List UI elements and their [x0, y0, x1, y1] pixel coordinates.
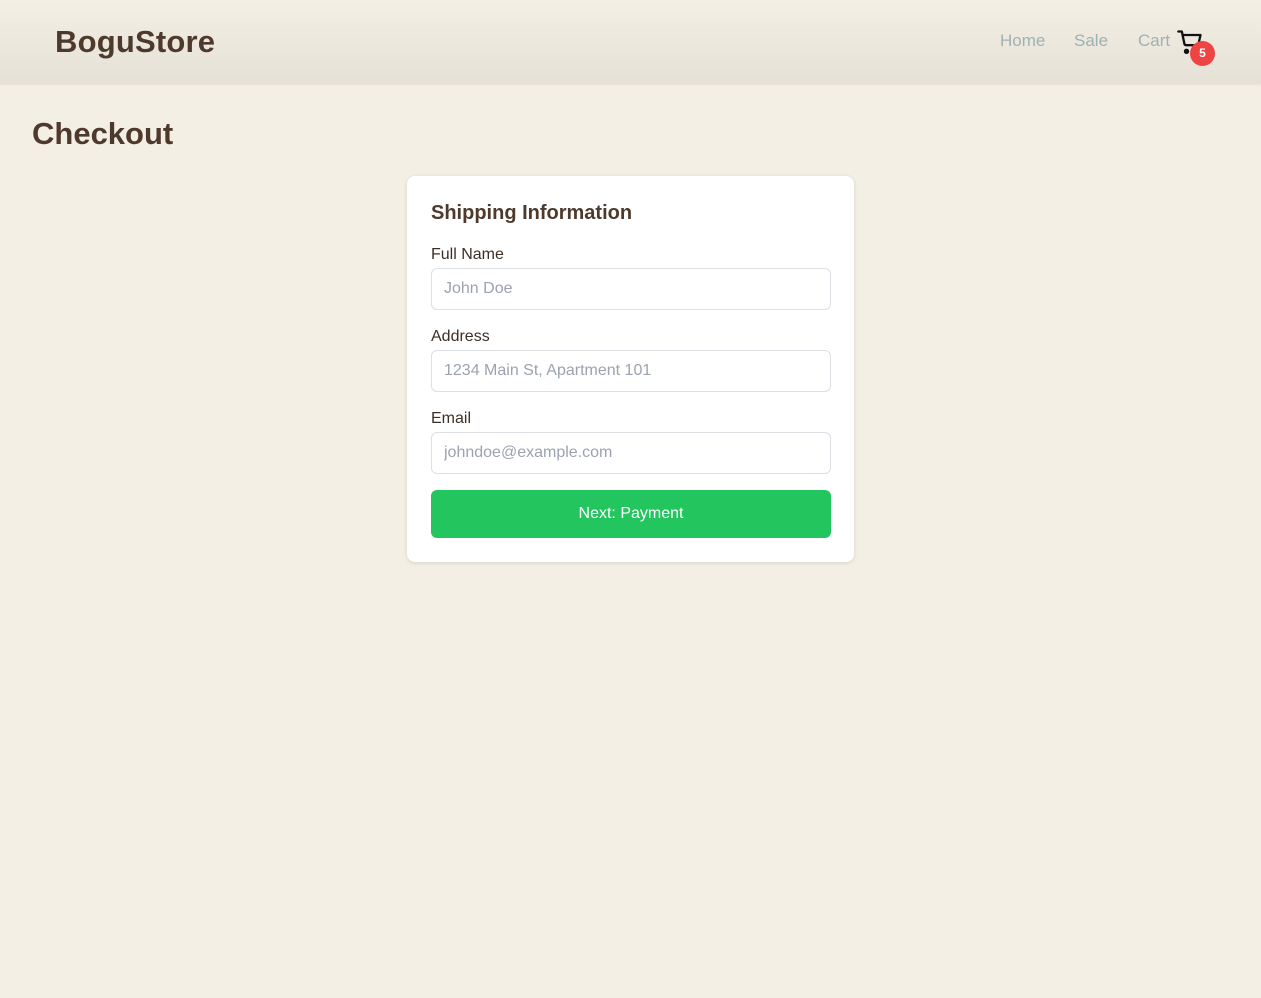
full-name-input[interactable]	[431, 268, 831, 310]
email-label: Email	[431, 410, 472, 427]
form-title: Shipping Information	[431, 202, 633, 224]
page-title: Checkout	[32, 116, 174, 151]
email-input[interactable]	[431, 432, 831, 474]
address-label: Address	[431, 328, 490, 345]
next-payment-button[interactable]: Next: Payment	[431, 490, 831, 538]
shipping-form-card: Shipping Information Full Name Address E…	[407, 176, 854, 562]
nav-link-home[interactable]: Home	[1000, 31, 1045, 51]
nav-link-cart[interactable]: Cart	[1138, 31, 1170, 51]
full-name-label: Full Name	[431, 246, 504, 263]
cart-count-badge: 5	[1190, 41, 1215, 66]
site-header: BoguStore Home Sale Cart 5	[0, 0, 1261, 84]
brand-logo[interactable]: BoguStore	[55, 24, 215, 60]
nav-link-sale[interactable]: Sale	[1074, 31, 1108, 51]
address-input[interactable]	[431, 350, 831, 392]
